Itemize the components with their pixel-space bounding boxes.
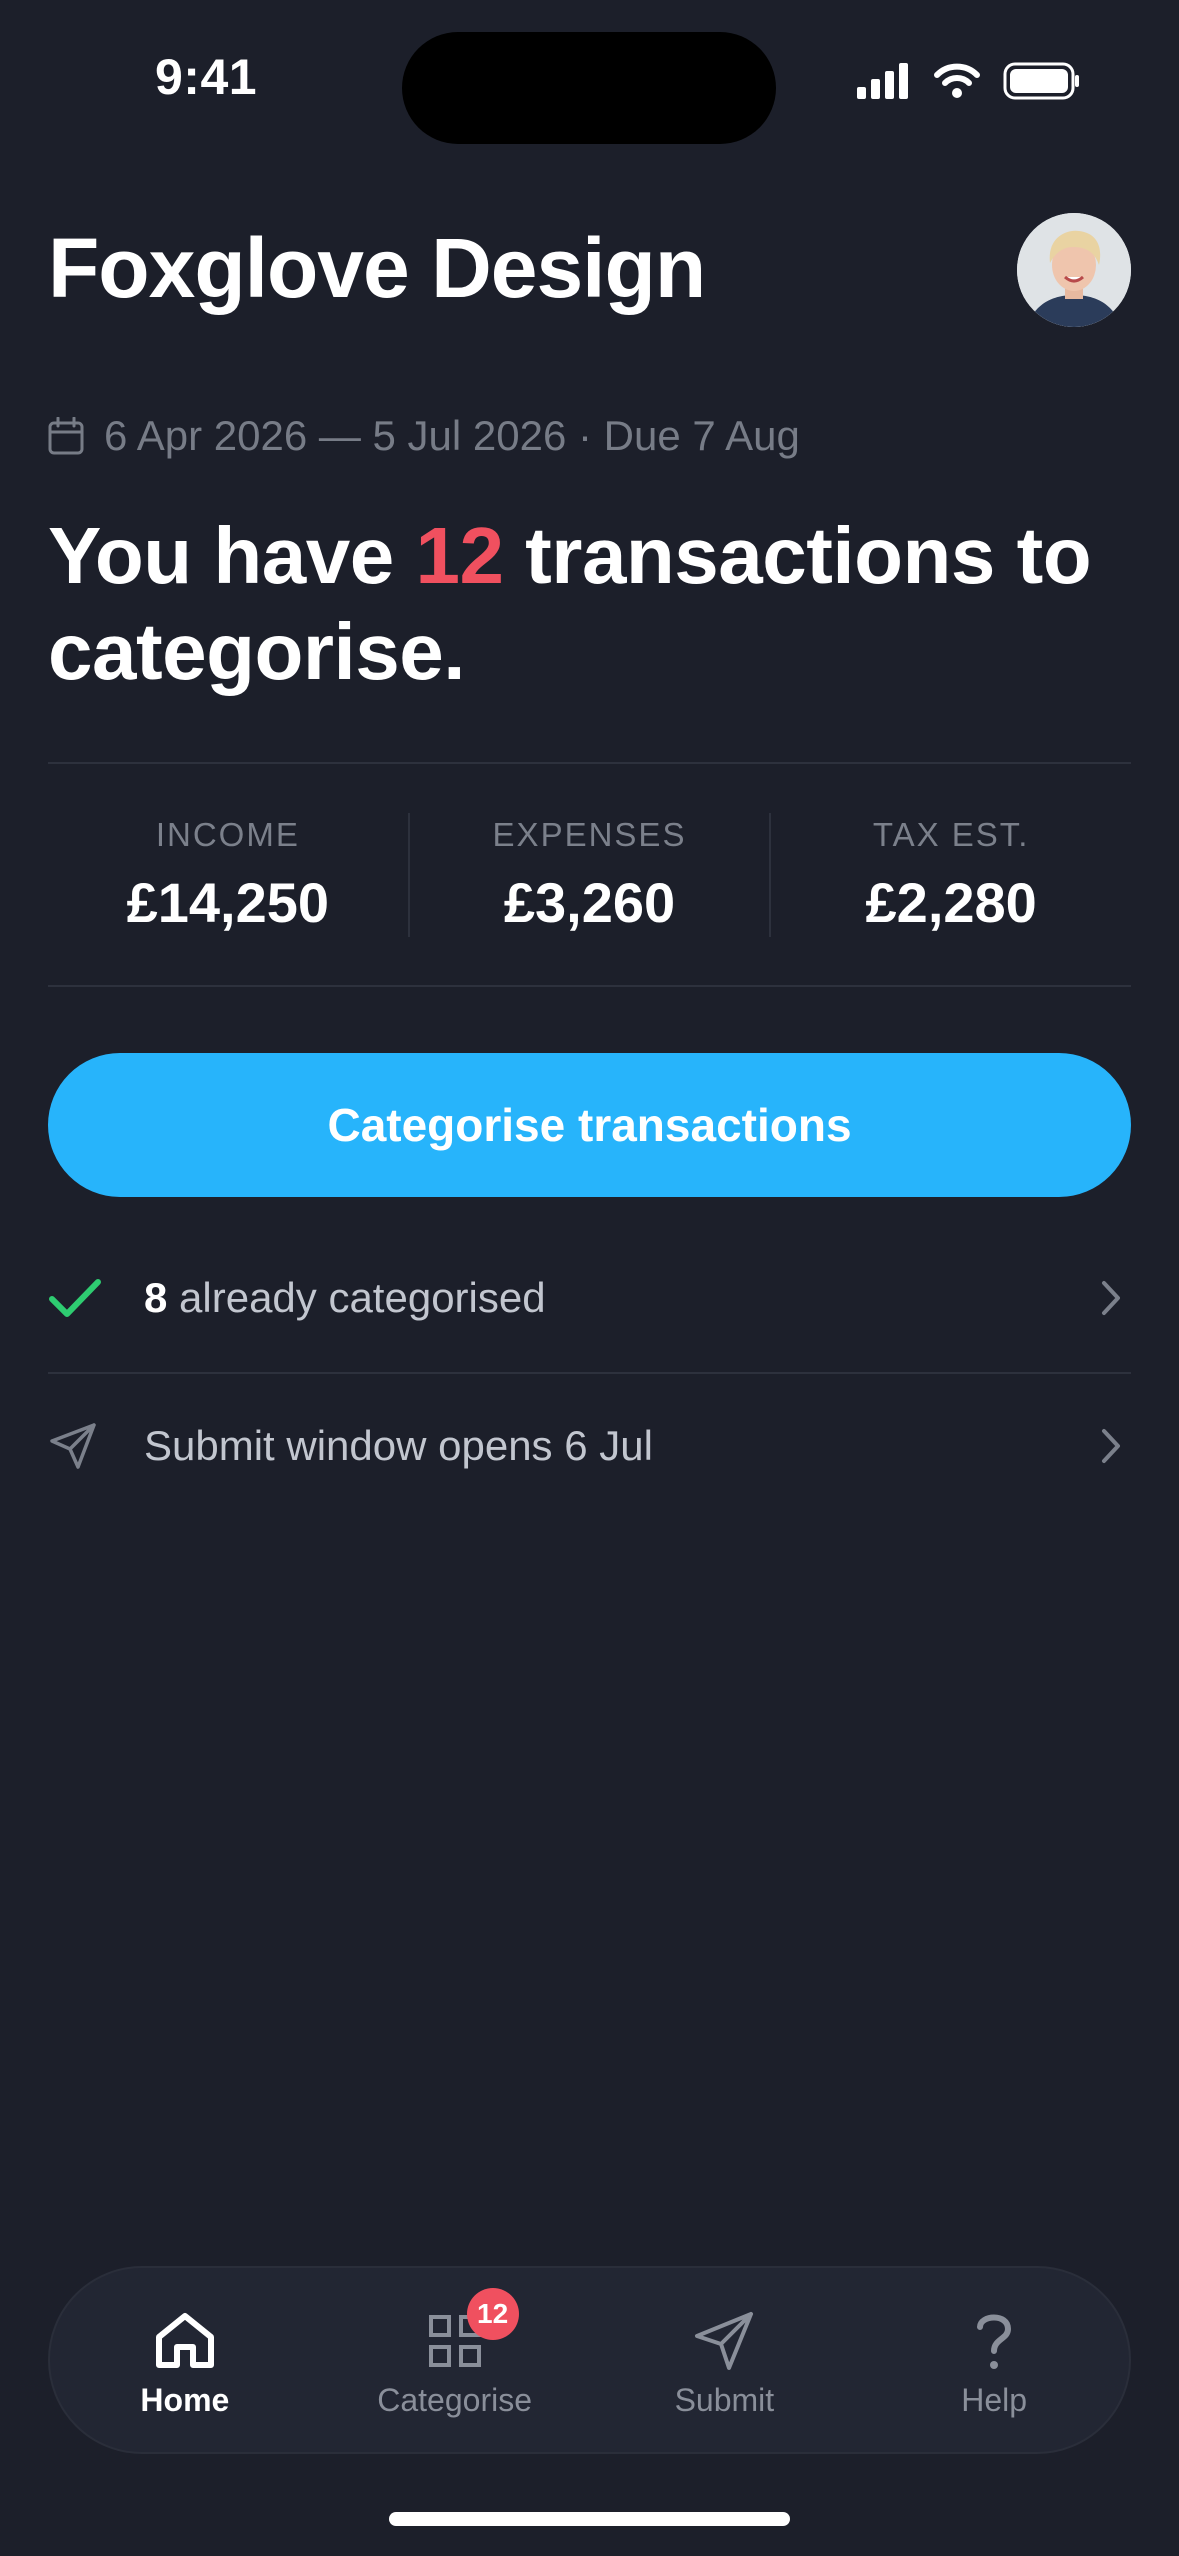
signal-icon [857, 63, 908, 99]
stat-income: INCOME £14,250 [48, 816, 408, 935]
categorised-text: 8 already categorised [144, 1274, 1091, 1322]
home-icon [155, 2313, 214, 2368]
chevron-right-icon [1102, 1428, 1120, 1463]
send-icon [50, 1422, 96, 1469]
calendar-icon [48, 417, 84, 455]
tab-submit[interactable]: Submit [590, 2268, 860, 2452]
categorise-transactions-button[interactable]: Categorise transactions [48, 1053, 1131, 1197]
headline-count: 12 [415, 511, 504, 600]
stat-expenses: EXPENSES £3,260 [410, 816, 770, 935]
tab-help[interactable]: Help [859, 2268, 1129, 2452]
tab-label: Home [140, 2382, 230, 2418]
checkmark-icon [49, 1278, 101, 1317]
battery-icon [1003, 62, 1079, 100]
stat-value: £3,260 [503, 870, 676, 934]
categorised-row[interactable]: 8 already categorised [48, 1225, 1131, 1370]
categorised-count: 8 [144, 1273, 168, 1321]
period-text: 6 Apr 2026 — 5 Jul 2026 · Due 7 Aug [104, 412, 800, 459]
stats-row: INCOME £14,250 EXPENSES £3,260 TAX EST. … [48, 765, 1131, 985]
stat-value: £14,250 [126, 870, 330, 934]
status-icons [857, 62, 1081, 100]
stat-label: TAX EST. [872, 815, 1030, 853]
submit-window-text: Submit window opens 6 Jul [144, 1421, 653, 1469]
headline: You have 12 transactions to categorise. [48, 508, 1148, 700]
help-icon [977, 2314, 1012, 2369]
avatar-photo-icon [1017, 213, 1131, 327]
stat-tax-estimate: TAX EST. £2,280 [771, 816, 1131, 935]
stat-label: INCOME [155, 815, 300, 853]
submit-window-row[interactable]: Submit window opens 6 Jul [48, 1373, 1131, 1518]
wifi-icon [934, 63, 980, 98]
categorise-badge: 12 [466, 2288, 519, 2340]
tab-label: Help [961, 2382, 1028, 2418]
chevron-right-icon [1102, 1280, 1120, 1315]
stat-label: EXPENSES [492, 815, 687, 853]
tab-label: Submit [674, 2382, 775, 2418]
tab-label: Categorise [377, 2382, 532, 2418]
categorised-label: already categorised [167, 1273, 546, 1321]
tab-home[interactable]: Home [50, 2268, 320, 2452]
dynamic-island [402, 32, 776, 144]
status-time: 9:41 [155, 49, 258, 105]
headline-prefix: You have [48, 511, 416, 600]
divider-top [48, 762, 1131, 764]
divider-bottom [48, 985, 1131, 987]
status-bar: 9:41 [0, 0, 1179, 150]
home-indicator [389, 2512, 790, 2526]
avatar[interactable] [1017, 213, 1131, 327]
tab-categorise[interactable]: 12 Categorise [320, 2268, 590, 2452]
tab-bar: Home 12 Categorise Submit Help [48, 2266, 1131, 2454]
tax-period: 6 Apr 2026 — 5 Jul 2026 · Due 7 Aug [48, 412, 800, 460]
company-name: Foxglove Design [48, 221, 706, 315]
stat-value: £2,280 [865, 870, 1037, 934]
send-icon [695, 2312, 754, 2370]
